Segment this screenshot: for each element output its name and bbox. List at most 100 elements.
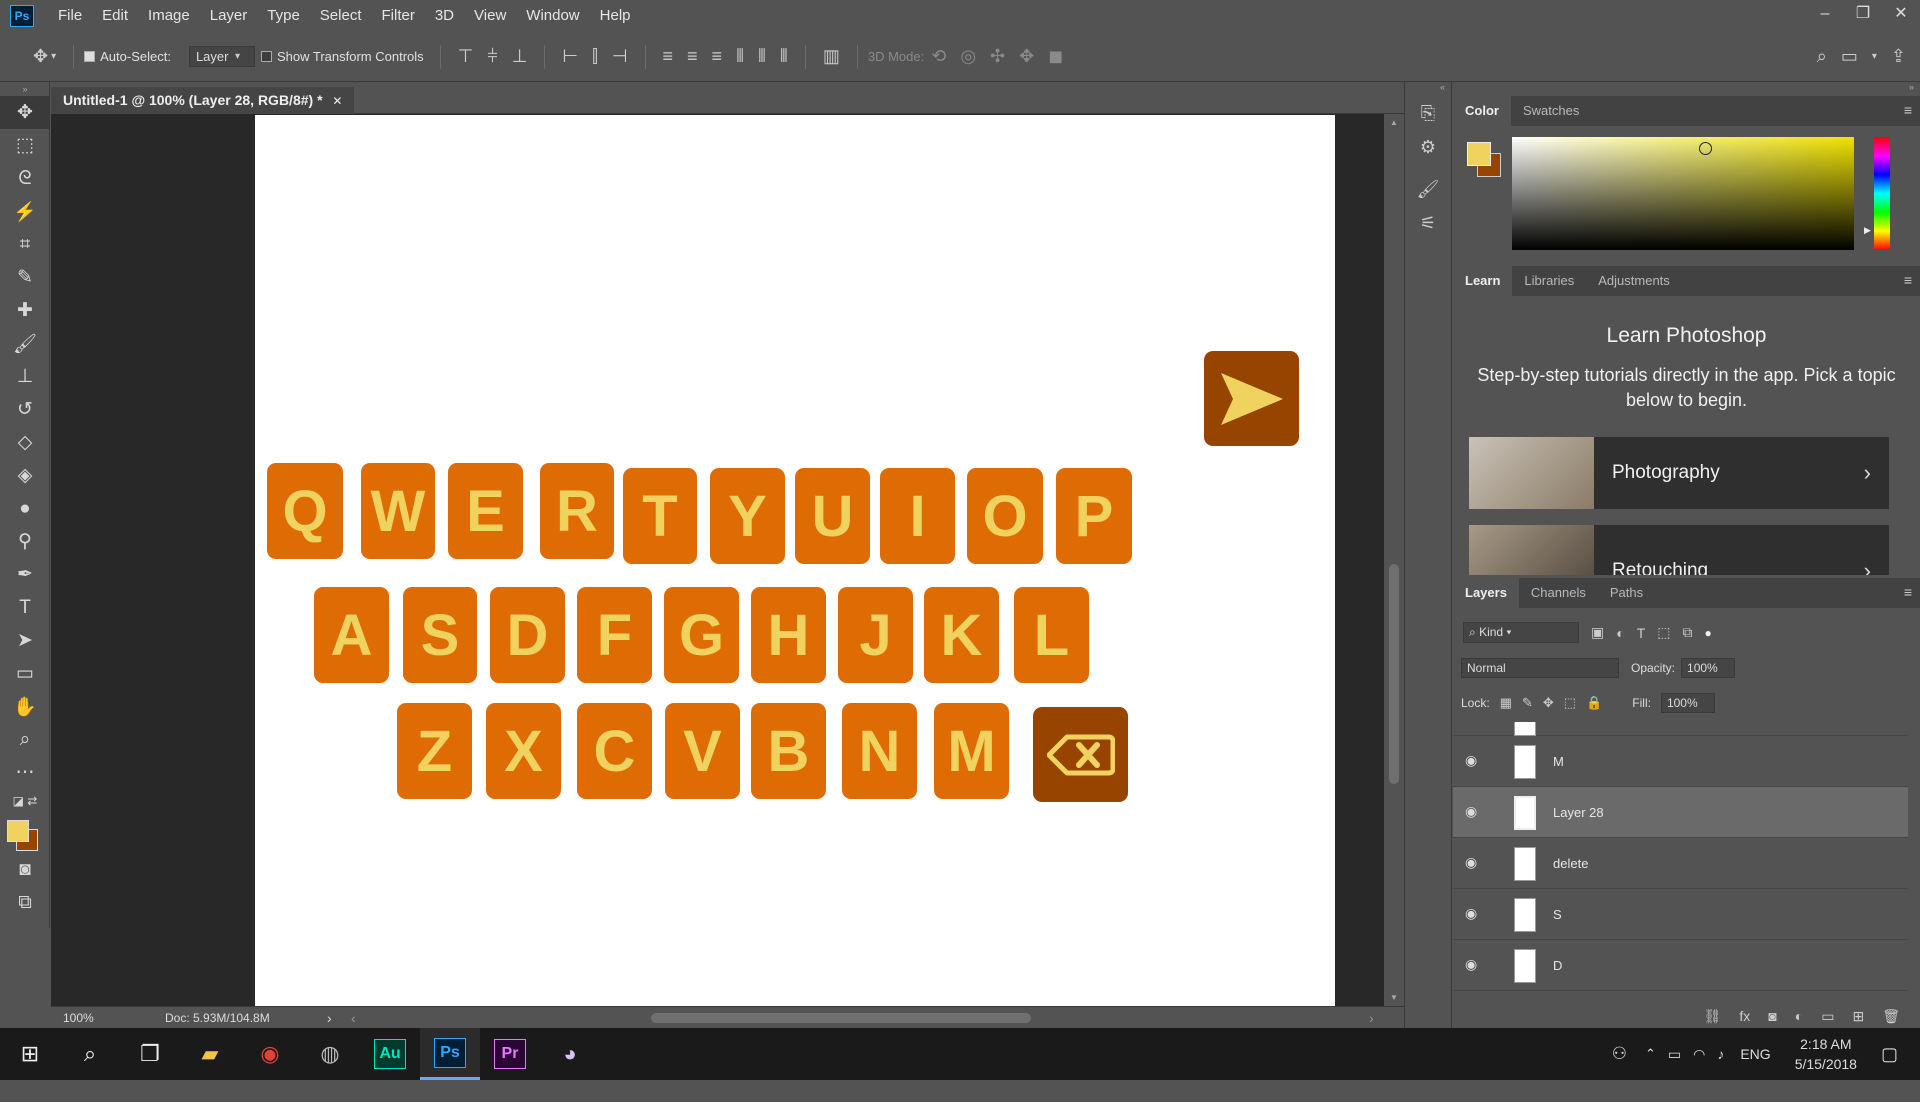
- swap-colors-icon[interactable]: ◪ ⇄: [0, 789, 50, 813]
- link-layers-icon[interactable]: ⛓: [1704, 1008, 1722, 1025]
- scroll-up-icon[interactable]: ▲: [1390, 118, 1398, 127]
- key-x[interactable]: X: [486, 703, 561, 799]
- layer-row-selected[interactable]: ◉ Layer 28: [1453, 787, 1908, 838]
- key-g[interactable]: G: [664, 587, 739, 683]
- align-vcenter-icon[interactable]: ⫩: [487, 46, 497, 67]
- adjustment-layer-icon[interactable]: ◐: [1795, 1008, 1803, 1024]
- hue-marker-icon[interactable]: ▶: [1864, 225, 1871, 236]
- tab-paths[interactable]: Paths: [1598, 578, 1655, 608]
- key-w[interactable]: W: [361, 463, 435, 559]
- color-picker-field[interactable]: [1512, 137, 1854, 250]
- collapse-panels-icon[interactable]: »: [1909, 82, 1914, 92]
- distribute-hcenter-icon[interactable]: ⦀: [758, 46, 766, 67]
- layer-row[interactable]: ◉ D: [1453, 940, 1908, 991]
- canvas-workspace[interactable]: Q W E R T Y U I O P A S D F G H J K L Z …: [51, 114, 1384, 1007]
- vertical-scrollbar[interactable]: ▲ ▼: [1384, 114, 1404, 1006]
- send-key[interactable]: [1204, 351, 1299, 446]
- menu-edit[interactable]: Edit: [92, 0, 138, 32]
- lock-all-icon[interactable]: 🔒: [1586, 695, 1602, 711]
- key-c[interactable]: C: [577, 703, 652, 799]
- clock[interactable]: 2:18 AM 5/15/2018: [1795, 1034, 1857, 1074]
- crop-tool-icon[interactable]: ⌗: [0, 228, 50, 261]
- 3d-slide-icon[interactable]: ✥: [1019, 46, 1034, 67]
- filter-smart-object-icon[interactable]: ⧉: [1683, 624, 1693, 641]
- key-f[interactable]: F: [577, 587, 652, 683]
- move-tool-icon[interactable]: ✥: [33, 46, 48, 67]
- document-tab[interactable]: Untitled-1 @ 100% (Layer 28, RGB/8#) * ✕: [51, 87, 355, 114]
- key-m[interactable]: M: [934, 703, 1009, 799]
- filter-type-icon[interactable]: T: [1637, 625, 1646, 641]
- people-icon[interactable]: ⚇: [1612, 1044, 1627, 1064]
- key-a[interactable]: A: [314, 587, 389, 683]
- brush-tool-icon[interactable]: 🖌: [0, 327, 50, 360]
- key-r[interactable]: R: [540, 463, 614, 559]
- key-e[interactable]: E: [448, 463, 523, 559]
- align-right-icon[interactable]: ⊣: [612, 46, 628, 67]
- eye-icon[interactable]: ◉: [1465, 956, 1481, 972]
- key-k[interactable]: K: [924, 587, 999, 683]
- minimize-button[interactable]: –: [1806, 0, 1844, 28]
- new-layer-icon[interactable]: ⊞: [1852, 1008, 1864, 1025]
- fx-icon[interactable]: fx: [1739, 1008, 1750, 1024]
- tab-color[interactable]: Color: [1453, 96, 1511, 126]
- hand-tool-icon[interactable]: ✋: [0, 690, 50, 723]
- app-disc-icon[interactable]: ◍: [300, 1028, 360, 1080]
- filter-toggle-icon[interactable]: ●: [1705, 626, 1712, 640]
- scroll-down-icon[interactable]: ▼: [1390, 993, 1398, 1002]
- photoshop-app[interactable]: Ps: [420, 1028, 480, 1080]
- delete-layer-icon[interactable]: 🗑: [1882, 1008, 1900, 1025]
- distribute-bottom-icon[interactable]: ≡: [712, 46, 723, 67]
- lock-transparency-icon[interactable]: ▦: [1500, 695, 1512, 711]
- key-d[interactable]: D: [490, 587, 565, 683]
- key-u[interactable]: U: [795, 468, 870, 564]
- 3d-roll-icon[interactable]: ◎: [960, 46, 976, 67]
- windows-start-icon[interactable]: ⊞: [0, 1028, 60, 1080]
- collapse-icon[interactable]: «: [1405, 82, 1451, 96]
- menu-select[interactable]: Select: [310, 0, 372, 32]
- task-view-icon[interactable]: ❐: [120, 1028, 180, 1080]
- distribute-top-icon[interactable]: ≡: [663, 46, 674, 67]
- layer-row[interactable]: ◉ delete: [1453, 838, 1908, 889]
- new-group-icon[interactable]: ▭: [1821, 1008, 1834, 1025]
- add-mask-icon[interactable]: ◙: [1768, 1008, 1776, 1024]
- key-z[interactable]: Z: [397, 703, 472, 799]
- brush-settings-icon[interactable]: 🖌: [1405, 172, 1451, 206]
- show-transform-checkbox[interactable]: [260, 51, 272, 62]
- menu-help[interactable]: Help: [590, 0, 641, 32]
- dodge-tool-icon[interactable]: ⚲: [0, 525, 50, 558]
- key-p[interactable]: P: [1056, 468, 1132, 564]
- filter-shape-icon[interactable]: ⬚: [1657, 624, 1670, 641]
- eraser-tool-icon[interactable]: ◇: [0, 426, 50, 459]
- 3d-scale-icon[interactable]: ◼: [1048, 46, 1063, 67]
- magic-wand-tool-icon[interactable]: ⚡: [0, 195, 50, 228]
- menu-view[interactable]: View: [464, 0, 516, 32]
- move-tool-icon[interactable]: ✥: [0, 96, 50, 129]
- layer-row[interactable]: ◉ S: [1453, 889, 1908, 940]
- zoom-tool-icon[interactable]: ⌕: [0, 723, 50, 756]
- auto-select-checkbox[interactable]: [84, 51, 96, 62]
- tab-swatches[interactable]: Swatches: [1511, 96, 1591, 126]
- distribute-left-icon[interactable]: ⦀: [736, 46, 744, 67]
- backspace-key[interactable]: [1033, 707, 1128, 802]
- paint-bucket-tool-icon[interactable]: ◈: [0, 459, 50, 492]
- zoom-level[interactable]: 100%: [63, 1011, 94, 1025]
- foreground-color-swatch[interactable]: [7, 820, 29, 842]
- canvas[interactable]: Q W E R T Y U I O P A S D F G H J K L Z …: [255, 115, 1335, 1007]
- workspace-icon[interactable]: ▭: [1841, 46, 1858, 67]
- auto-align-icon[interactable]: ▥: [823, 46, 840, 67]
- blend-mode-dropdown[interactable]: Normal: [1461, 658, 1619, 678]
- restore-button[interactable]: ❐: [1844, 0, 1882, 28]
- status-menu-arrow[interactable]: ›: [327, 1010, 332, 1026]
- marquee-tool-icon[interactable]: ⬚: [0, 129, 50, 162]
- lock-artboard-icon[interactable]: ⬚: [1564, 695, 1576, 711]
- panel-menu-icon[interactable]: ≡: [1904, 102, 1912, 118]
- stamp-tool-icon[interactable]: ⊥: [0, 360, 50, 393]
- foreground-color-swatch[interactable]: [1467, 142, 1491, 166]
- key-i[interactable]: I: [880, 468, 955, 564]
- auto-select-target-dropdown[interactable]: Layer: [188, 46, 255, 67]
- share-icon[interactable]: ⇪: [1891, 46, 1906, 67]
- screen-mode-icon[interactable]: ⧉: [0, 886, 50, 919]
- tab-adjustments[interactable]: Adjustments: [1586, 266, 1682, 296]
- menu-filter[interactable]: Filter: [372, 0, 425, 32]
- key-y[interactable]: Y: [710, 468, 785, 564]
